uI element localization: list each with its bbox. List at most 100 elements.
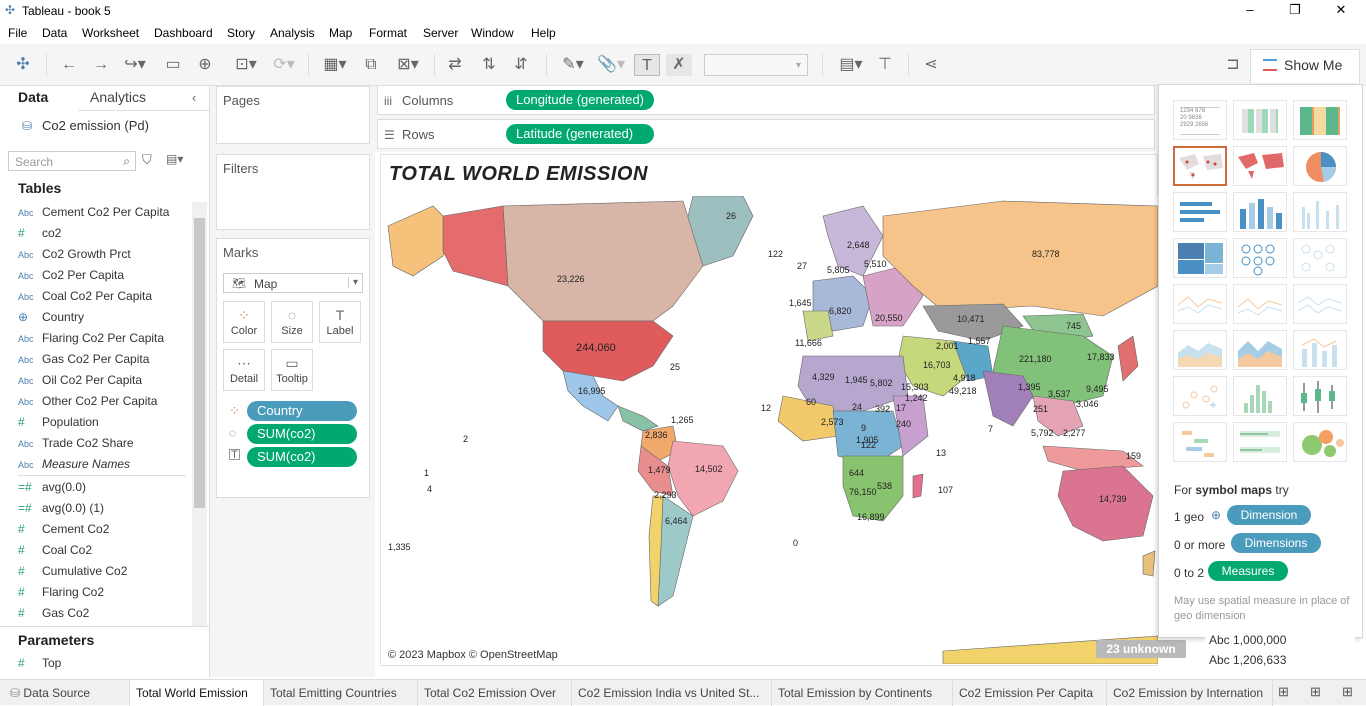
refresh-icon[interactable]: ⟳▾ (268, 54, 300, 76)
duplicate-icon[interactable]: ⧉ (360, 54, 382, 76)
chart-area-discrete[interactable] (1233, 330, 1287, 370)
measure-item[interactable]: =# avg(0.0) (18, 480, 86, 498)
chart-area-continuous[interactable] (1173, 330, 1227, 370)
chart-highlight-table[interactable] (1293, 100, 1347, 140)
chart-side-by-side-bars[interactable] (1293, 192, 1347, 232)
chart-dual-combination[interactable] (1293, 330, 1347, 370)
redo-icon[interactable]: → (90, 54, 112, 76)
chart-dual-lines[interactable] (1293, 284, 1347, 324)
field-item[interactable]: Abc Co2 Per Capita (18, 268, 124, 286)
replay-icon[interactable]: ↪▾ (120, 54, 150, 76)
columns-shelf[interactable]: iii Columns Longitude (generated) (377, 85, 1155, 115)
measure-item[interactable]: # Gas Co2 (18, 606, 89, 624)
chart-scatter-plot[interactable] (1173, 376, 1227, 416)
measure-item[interactable]: # Cumulative Co2 (18, 564, 127, 582)
chart-side-by-side-circles[interactable] (1293, 238, 1347, 278)
tableau-home-icon[interactable]: ✣ (12, 54, 34, 76)
chart-treemap[interactable] (1173, 238, 1227, 278)
field-item[interactable]: # Population (18, 415, 99, 433)
new-story-icon[interactable]: ⊞ (1342, 684, 1353, 700)
measure-item[interactable]: # Cement Co2 (18, 522, 109, 540)
mark-type-dropdown[interactable]: 🗺 Map ▾ (223, 273, 363, 293)
menu-file[interactable]: File (8, 26, 27, 40)
show-cards-icon[interactable]: ▤▾ (834, 54, 868, 76)
chart-circle-views[interactable] (1233, 238, 1287, 278)
close-icon[interactable]: ✕ (1326, 2, 1356, 20)
field-item[interactable]: Abc Trade Co2 Share (18, 436, 134, 454)
chart-filled-map[interactable] (1233, 146, 1287, 186)
tab-total-co2-emission-over[interactable]: Total Co2 Emission Over (418, 680, 572, 706)
undo-icon[interactable]: ← (58, 54, 80, 76)
pages-card[interactable]: Pages (216, 86, 370, 144)
sum-co2-label-pill[interactable]: SUM(co2) (247, 447, 357, 467)
datasource-name[interactable]: Co2 emission (Pd) (42, 118, 149, 133)
tab-total-emitting-countries[interactable]: Total Emitting Countries (264, 680, 418, 706)
rows-shelf[interactable]: ☰ Rows Latitude (generated) (377, 119, 1155, 149)
tab-data[interactable]: Data (18, 89, 48, 105)
tab-co2-emission-by-international[interactable]: Co2 Emission by Internation (1107, 680, 1273, 706)
world-map[interactable]: 26 23,226 83,778 244,060 16,995 14,502 6… (383, 196, 1158, 664)
chart-packed-bubbles[interactable] (1293, 422, 1347, 462)
size-button[interactable]: ◌ Size (271, 301, 313, 343)
chart-lines-continuous[interactable] (1173, 284, 1227, 324)
field-item[interactable]: Abc Other Co2 Per Capita (18, 394, 157, 412)
latitude-pill[interactable]: Latitude (generated) (506, 124, 654, 144)
tab-co2-emission-india-vs-us[interactable]: Co2 Emission India vs United St... (572, 680, 772, 706)
measure-item[interactable]: # Flaring Co2 (18, 585, 104, 603)
menu-window[interactable]: Window (471, 26, 514, 40)
tab-total-world-emission[interactable]: Total World Emission (130, 680, 264, 706)
chart-bullet-graph[interactable] (1233, 422, 1287, 462)
chart-histogram[interactable] (1233, 376, 1287, 416)
presentation-mode-icon[interactable]: ⊤ (874, 54, 896, 76)
field-item[interactable]: Abc Cement Co2 Per Capita (18, 205, 169, 223)
restore-icon[interactable]: ❐ (1280, 2, 1310, 20)
highlight-icon[interactable]: ✎▾ (556, 54, 590, 76)
pause-update-icon[interactable]: ⊡▾ (226, 54, 266, 76)
fields-scrollbar-thumb[interactable] (194, 218, 205, 508)
chart-lines-discrete[interactable] (1233, 284, 1287, 324)
chart-pie[interactable] (1293, 146, 1347, 186)
collapse-pane-icon[interactable]: ‹ (192, 90, 196, 105)
measure-item[interactable]: =# avg(0.0) (1) (18, 501, 104, 519)
field-item[interactable]: Abc Measure Names (18, 457, 130, 475)
detail-button[interactable]: ⋯ Detail (223, 349, 265, 391)
format-painter-icon[interactable]: ⊐ (1222, 54, 1244, 76)
tab-analytics[interactable]: Analytics (90, 89, 146, 105)
menu-map[interactable]: Map (329, 26, 352, 40)
menu-worksheet[interactable]: Worksheet (82, 26, 139, 40)
tab-data-source[interactable]: ⛁ Data Source (0, 680, 130, 706)
sort-descending-icon[interactable]: ⇵ (510, 54, 532, 76)
chart-gantt[interactable] (1173, 422, 1227, 462)
chart-heat-map[interactable] (1233, 100, 1287, 140)
menu-analysis[interactable]: Analysis (270, 26, 315, 40)
group-icon[interactable]: 📎▾ (594, 54, 628, 76)
field-item[interactable]: ⊕ Country (18, 310, 84, 328)
tab-co2-emission-per-capita[interactable]: Co2 Emission Per Capita (953, 680, 1107, 706)
sum-co2-size-pill[interactable]: SUM(co2) (247, 424, 357, 444)
new-datasource-icon[interactable]: ⊕ (194, 54, 216, 76)
show-me-button[interactable]: Show Me (1250, 49, 1360, 83)
new-worksheet-icon[interactable]: ⊞ (1278, 684, 1289, 700)
show-labels-icon[interactable]: T (634, 54, 660, 76)
chart-symbol-map[interactable] (1173, 146, 1227, 186)
menu-data[interactable]: Data (42, 26, 67, 40)
chart-text-table[interactable]: 1234 678 20 9836 2929 2656 (1173, 100, 1227, 140)
field-item[interactable]: Abc Gas Co2 Per Capita (18, 352, 149, 370)
menu-format[interactable]: Format (369, 26, 407, 40)
field-item[interactable]: Abc Coal Co2 Per Capita (18, 289, 152, 307)
measure-item[interactable]: # Coal Co2 (18, 543, 92, 561)
menu-story[interactable]: Story (227, 26, 255, 40)
chart-horizontal-bars[interactable] (1173, 192, 1227, 232)
color-button[interactable]: ⁘ Color (223, 301, 265, 343)
fit-dropdown[interactable]: ▾ (704, 54, 808, 76)
field-item[interactable]: # co2 (18, 226, 61, 244)
country-pill[interactable]: Country (247, 401, 357, 421)
save-icon[interactable]: ▭ (162, 54, 184, 76)
chart-box-and-whisker[interactable] (1293, 376, 1347, 416)
field-item[interactable]: Abc Oil Co2 Per Capita (18, 373, 142, 391)
label-button[interactable]: T Label (319, 301, 361, 343)
filter-icon[interactable]: ⛉ (142, 152, 152, 168)
chart-stacked-bars[interactable] (1233, 192, 1287, 232)
share-icon[interactable]: ⋖ (920, 54, 942, 76)
new-dashboard-icon[interactable]: ⊞ (1310, 684, 1321, 700)
